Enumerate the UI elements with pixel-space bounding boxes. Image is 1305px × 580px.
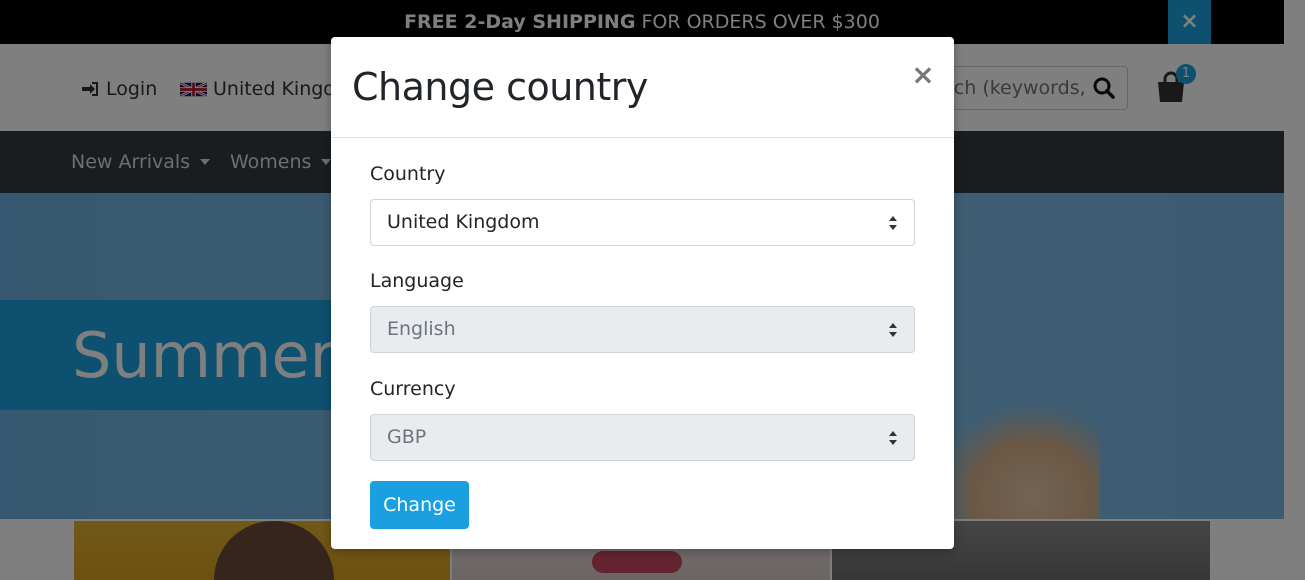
modal-header: Change country × [331,37,954,138]
language-field-label: Language [370,270,464,292]
currency-select[interactable]: GBP [370,414,915,461]
close-icon: × [911,58,935,91]
select-arrows-icon [889,431,897,445]
change-country-modal: Change country × Country United Kingdom … [331,37,954,549]
country-select-value: United Kingdom [387,211,540,233]
modal-close-button[interactable]: × [911,61,935,89]
language-select[interactable]: English [370,306,915,353]
select-arrows-icon [889,216,897,230]
currency-field-label: Currency [370,378,456,400]
language-select-value: English [387,318,456,340]
country-select[interactable]: United Kingdom [370,199,915,246]
modal-title: Change country [352,65,648,109]
country-field-label: Country [370,163,446,185]
change-button[interactable]: Change [370,481,469,529]
currency-select-value: GBP [387,426,427,448]
select-arrows-icon [889,323,897,337]
